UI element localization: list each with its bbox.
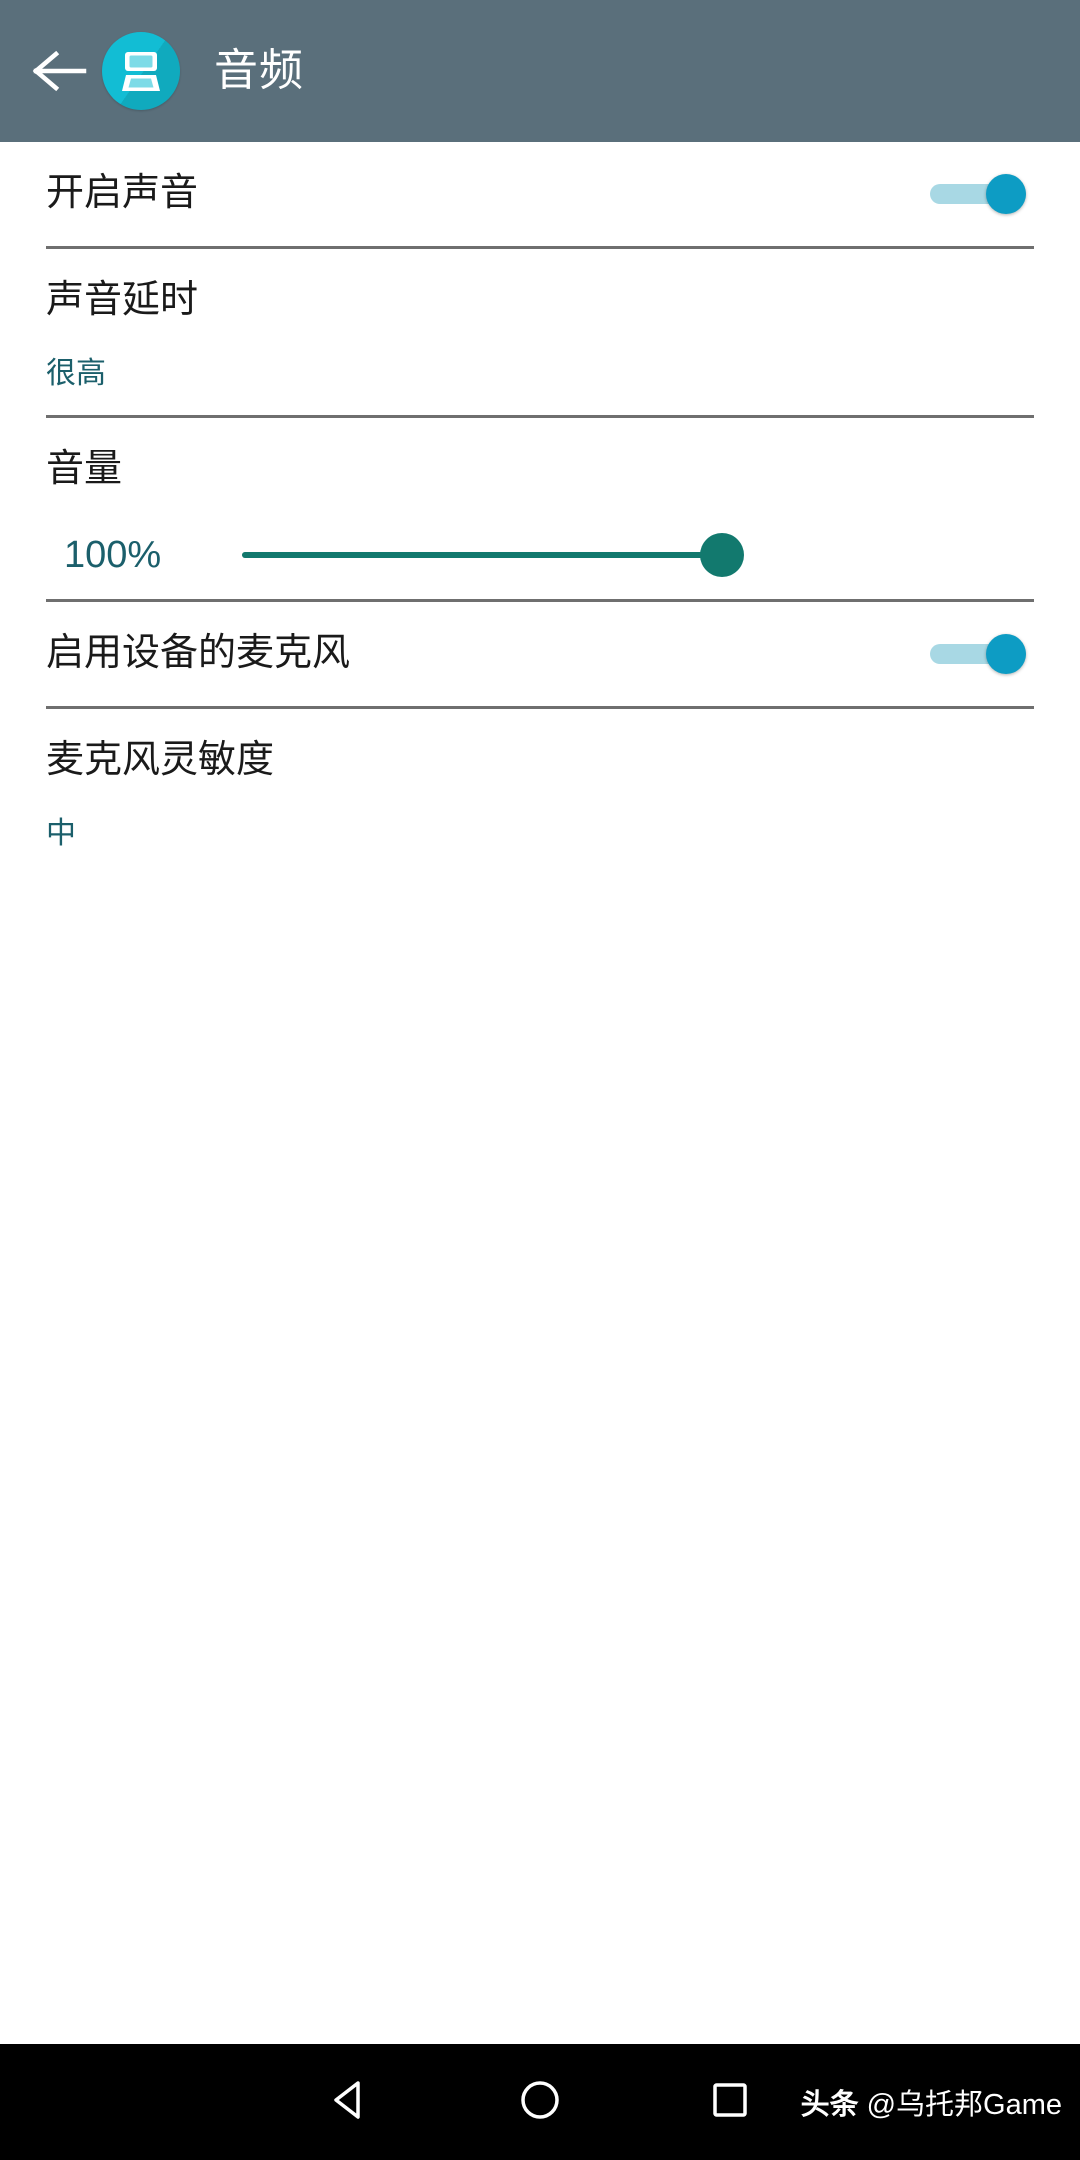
toggle-enable-sound[interactable] bbox=[930, 174, 1026, 214]
nav-recents-button[interactable] bbox=[635, 2044, 825, 2160]
setting-value: 中 bbox=[46, 816, 76, 850]
watermark-logo: 头条 bbox=[800, 2089, 859, 2121]
settings-list: 开启声音 声音延时 很高 音量 100% 启用设备的麦克风 麦克风灵敏度 中 bbox=[0, 142, 1080, 875]
setting-row-microphone-sensitivity[interactable]: 麦克风灵敏度 中 bbox=[0, 709, 1080, 875]
arrow-left-icon bbox=[32, 49, 88, 93]
phone-screen: 音频 开启声音 声音延时 很高 音量 100% 启用设备的麦克风 麦克风灵敏度 … bbox=[0, 0, 1080, 2160]
toggle-thumb bbox=[986, 174, 1026, 214]
slider-thumb[interactable] bbox=[700, 533, 744, 577]
setting-label: 麦克风灵敏度 bbox=[46, 739, 275, 781]
slider-track-fill bbox=[242, 552, 722, 558]
setting-row-audio-latency[interactable]: 声音延时 很高 bbox=[0, 249, 1080, 415]
page-title: 音频 bbox=[214, 46, 304, 95]
setting-label: 开启声音 bbox=[46, 172, 199, 215]
setting-value: 很高 bbox=[46, 356, 106, 390]
setting-row-enable-device-microphone[interactable]: 启用设备的麦克风 bbox=[0, 602, 1080, 706]
android-navigation-bar: 头条 @乌托邦Game bbox=[0, 2044, 1080, 2160]
setting-label: 启用设备的麦克风 bbox=[46, 632, 351, 675]
app-icon bbox=[102, 32, 180, 110]
setting-label: 音量 bbox=[46, 447, 123, 490]
toggle-enable-device-microphone[interactable] bbox=[930, 634, 1026, 674]
watermark-text: @乌托邦Game bbox=[866, 2089, 1062, 2121]
volume-value-label: 100% bbox=[64, 533, 162, 576]
nav-home-button[interactable] bbox=[445, 2044, 635, 2160]
square-recents-icon bbox=[710, 2080, 750, 2125]
toggle-thumb bbox=[986, 634, 1026, 674]
back-button[interactable] bbox=[24, 35, 96, 107]
volume-slider[interactable] bbox=[242, 533, 744, 577]
setting-row-enable-sound[interactable]: 开启声音 bbox=[0, 142, 1080, 246]
circle-home-icon bbox=[518, 2078, 562, 2127]
app-bar: 音频 bbox=[0, 0, 1080, 142]
setting-label: 声音延时 bbox=[46, 279, 199, 321]
setting-row-volume: 音量 100% bbox=[0, 418, 1080, 600]
triangle-back-icon bbox=[330, 2079, 370, 2126]
nav-back-button[interactable] bbox=[255, 2044, 445, 2160]
watermark: 头条 @乌托邦Game bbox=[801, 2081, 1062, 2123]
